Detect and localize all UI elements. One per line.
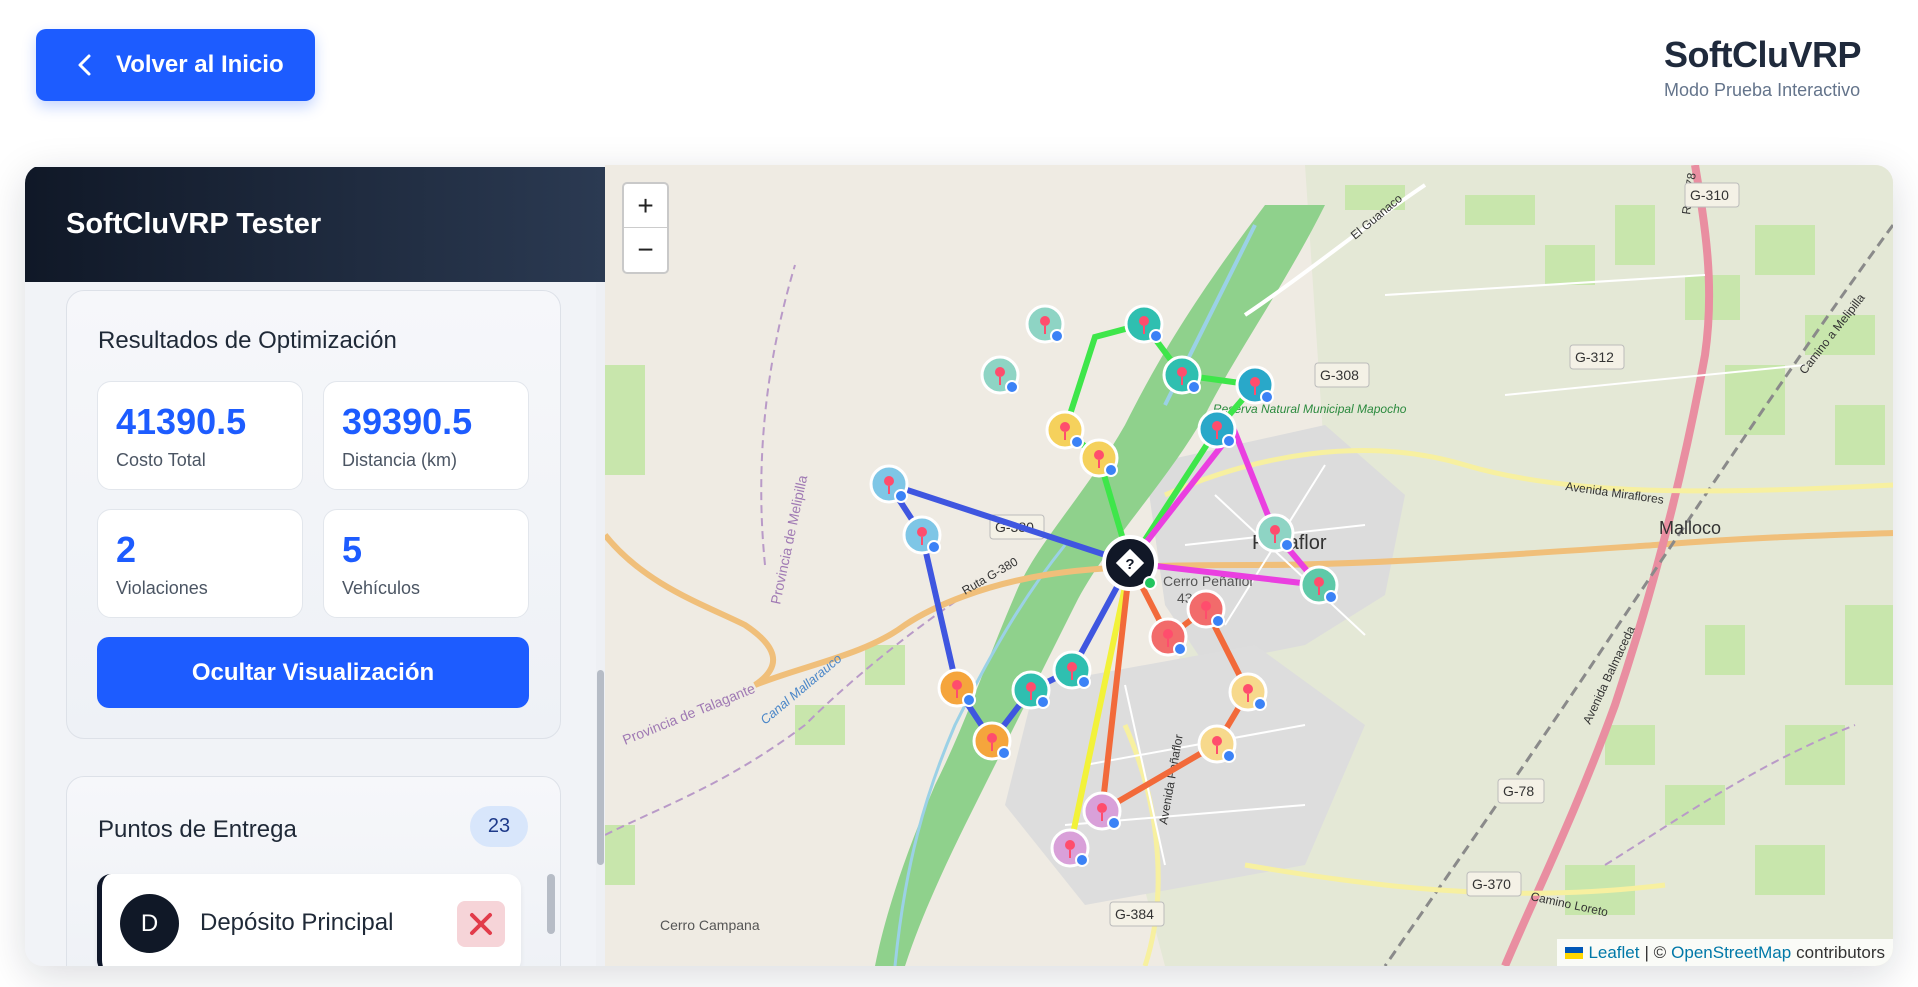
map-label-cerro-campana: Cerro Campana [660, 917, 760, 933]
points-count-badge: 23 [470, 806, 528, 847]
marker-pin[interactable] [1197, 409, 1237, 449]
road-shield: G-384 [1109, 901, 1165, 927]
sidebar-scrollbar[interactable] [597, 670, 604, 865]
results-title: Resultados de Optimización [98, 327, 397, 354]
svg-text:G-78: G-78 [1503, 783, 1534, 799]
marker-pin[interactable] [1299, 565, 1339, 605]
ukraine-flag-icon [1565, 946, 1584, 959]
svg-text:G-384: G-384 [1115, 906, 1154, 922]
road-shield: G-78 [1497, 778, 1545, 804]
marker-pin[interactable] [1011, 670, 1051, 710]
zoom-out-button[interactable]: − [624, 228, 667, 272]
depot-marker[interactable]: ? [1102, 535, 1158, 591]
marker-pin[interactable] [869, 464, 909, 504]
marker-pin[interactable] [1186, 589, 1226, 629]
road-shield: G-310 [1684, 182, 1740, 208]
remove-point-button[interactable] [457, 901, 505, 947]
results-panel: Resultados de Optimización 41390.5 Costo… [66, 290, 561, 739]
stat-value: 2 [116, 529, 137, 570]
marker-pin[interactable] [972, 721, 1012, 761]
map[interactable]: Peñaflor Malloco Cerro Peñaflor 430 m Re… [605, 165, 1893, 966]
list-item[interactable]: D Depósito Principal [97, 874, 521, 966]
hide-visualization-button[interactable]: Ocultar Visualización [97, 637, 529, 708]
avatar: D [120, 894, 179, 953]
map-label-malloco: Malloco [1659, 518, 1721, 538]
stat-violations: 2 Violaciones [97, 509, 303, 618]
osm-link[interactable]: OpenStreetMap [1671, 943, 1791, 963]
marker-pin[interactable] [1082, 791, 1122, 831]
stat-value: 5 [342, 529, 363, 570]
sidebar: SoftCluVRP Tester Resultados de Optimiza… [25, 165, 605, 966]
marker-pin[interactable] [1148, 617, 1188, 657]
marker-pin[interactable] [1124, 304, 1164, 344]
list-scrollbar[interactable] [547, 874, 555, 934]
delivery-points-panel: Puntos de Entrega 23 D Depósito Principa… [66, 776, 561, 966]
zoom-control: + − [622, 182, 669, 274]
marker-pin[interactable] [1228, 672, 1268, 712]
marker-pin[interactable] [1197, 724, 1237, 764]
stat-label: Vehículos [342, 578, 421, 598]
stat-label: Distancia (km) [342, 450, 458, 470]
marker-pin[interactable] [1079, 438, 1119, 478]
close-icon [470, 913, 492, 935]
marker-pin[interactable] [1050, 828, 1090, 868]
stat-label: Costo Total [116, 450, 206, 470]
marker-pin[interactable] [1235, 365, 1275, 405]
marker-pin[interactable] [1045, 410, 1085, 450]
zoom-in-button[interactable]: + [624, 184, 667, 228]
svg-text:G-308: G-308 [1320, 367, 1359, 383]
svg-text:?: ? [1125, 556, 1134, 573]
stat-value: 41390.5 [116, 401, 247, 442]
marker-pin[interactable] [902, 515, 942, 555]
marker-pin[interactable] [1162, 355, 1202, 395]
road-shield: G-370 [1466, 871, 1522, 897]
attribution-separator: | © [1644, 942, 1667, 962]
sidebar-title: SoftCluVRP Tester [25, 167, 605, 282]
road-shield: G-308 [1314, 362, 1370, 388]
chevron-left-icon [78, 54, 91, 76]
stat-vehicles: 5 Vehículos [323, 509, 529, 618]
brand: SoftCluVRP Modo Prueba Interactivo [1664, 34, 1862, 101]
marker-pin[interactable] [1052, 650, 1092, 690]
stat-total-cost: 41390.5 Costo Total [97, 381, 303, 490]
brand-subtitle: Modo Prueba Interactivo [1664, 80, 1861, 100]
list-item-name: Depósito Principal [200, 909, 394, 936]
svg-text:G-312: G-312 [1575, 349, 1614, 365]
marker-pin[interactable] [1255, 513, 1295, 553]
road-shield: G-312 [1569, 344, 1625, 370]
back-to-home-label: Volver al Inicio [116, 51, 284, 78]
map-canvas[interactable]: Peñaflor Malloco Cerro Peñaflor 430 m Re… [605, 165, 1893, 966]
marker-pin[interactable] [1025, 304, 1065, 344]
delivery-points-title: Puntos de Entrega [98, 816, 297, 843]
back-to-home-button[interactable]: Volver al Inicio [36, 29, 315, 101]
leaflet-link[interactable]: Leaflet [1588, 943, 1639, 963]
marker-pin[interactable] [937, 668, 977, 708]
stat-value: 39390.5 [342, 401, 473, 442]
main-card: SoftCluVRP Tester Resultados de Optimiza… [25, 165, 1893, 966]
brand-title: SoftCluVRP [1664, 34, 1862, 75]
svg-text:G-370: G-370 [1472, 876, 1511, 892]
stat-distance: 39390.5 Distancia (km) [323, 381, 529, 490]
stat-label: Violaciones [116, 578, 208, 598]
marker-pin[interactable] [980, 355, 1020, 395]
map-attribution: Leaflet | © OpenStreetMap contributors [1557, 939, 1893, 966]
svg-text:G-310: G-310 [1690, 187, 1729, 203]
attribution-tail: contributors [1796, 942, 1885, 962]
